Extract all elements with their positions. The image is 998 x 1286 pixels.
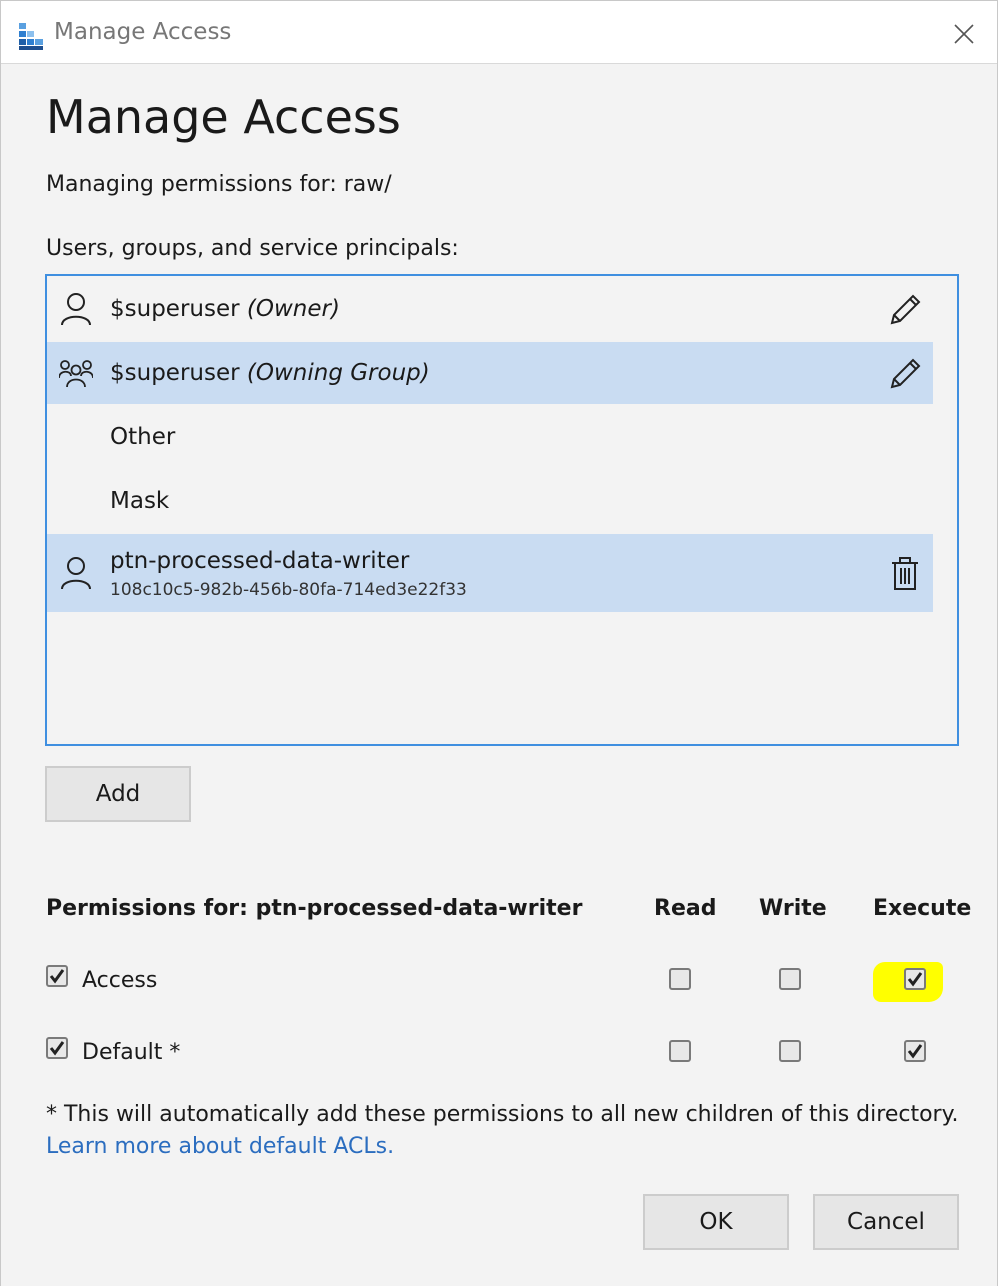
user-icon — [59, 292, 93, 326]
column-header-write: Write — [759, 896, 827, 921]
list-item-mask[interactable]: Mask — [47, 470, 933, 532]
principals-list[interactable]: $superuser (Owner) $superuser (Owning Gr… — [45, 274, 959, 746]
manage-access-window: Manage Access Manage Access Managing per… — [0, 0, 998, 1286]
window-title: Manage Access — [54, 19, 232, 45]
checkmark-icon — [907, 1044, 923, 1059]
checkmark-icon — [49, 1041, 65, 1056]
list-item-other[interactable]: Other — [47, 406, 933, 468]
title-bar: Manage Access — [1, 0, 997, 64]
principal-object-id: 108c10c5-982b-456b-80fa-714ed3e22f33 — [110, 580, 467, 600]
trash-icon[interactable] — [891, 557, 919, 591]
storage-explorer-app-icon — [17, 21, 47, 51]
default-execute-checkbox[interactable] — [904, 1040, 926, 1062]
column-header-read: Read — [654, 896, 717, 921]
principal-name: $superuser (Owning Group) — [110, 360, 430, 386]
ok-button[interactable]: OK — [643, 1194, 789, 1250]
checkmark-icon — [907, 972, 923, 987]
cancel-button[interactable]: Cancel — [813, 1194, 959, 1250]
list-item-superuser-owning-group[interactable]: $superuser (Owning Group) — [47, 342, 933, 404]
close-button[interactable] — [941, 13, 987, 55]
learn-more-link[interactable]: Learn more about default ACLs. — [46, 1134, 394, 1159]
dialog-heading: Manage Access — [46, 90, 401, 144]
permissions-title: Permissions for: ptn-processed-data-writ… — [46, 896, 583, 921]
principal-name: $superuser (Owner) — [110, 296, 340, 322]
default-acl-footnote: * This will automatically add these perm… — [46, 1102, 959, 1127]
remove-principal-button[interactable] — [885, 554, 925, 594]
edit-owning-group-button[interactable] — [885, 354, 925, 394]
access-read-checkbox[interactable] — [669, 968, 691, 990]
edit-owner-button[interactable] — [885, 290, 925, 330]
pencil-icon[interactable] — [888, 357, 922, 391]
principal-name: Mask — [110, 488, 170, 514]
principal-name: Other — [110, 424, 176, 450]
managing-permissions-text: Managing permissions for: raw/ — [46, 172, 392, 197]
principals-list-label: Users, groups, and service principals: — [46, 236, 459, 261]
access-write-checkbox[interactable] — [779, 968, 801, 990]
default-label: Default * — [82, 1040, 181, 1065]
group-icon — [59, 356, 93, 390]
access-execute-checkbox[interactable] — [904, 968, 926, 990]
list-item-superuser-owner[interactable]: $superuser (Owner) — [47, 278, 933, 340]
list-item-ptn-processed-data-writer[interactable]: ptn-processed-data-writer 108c10c5-982b-… — [47, 534, 933, 612]
column-header-execute: Execute — [873, 896, 972, 921]
principal-name: ptn-processed-data-writer — [110, 548, 410, 574]
default-enabled-checkbox[interactable] — [46, 1037, 68, 1059]
add-button[interactable]: Add — [45, 766, 191, 822]
checkmark-icon — [49, 969, 65, 984]
access-label: Access — [82, 968, 158, 993]
user-icon — [59, 556, 93, 590]
default-write-checkbox[interactable] — [779, 1040, 801, 1062]
close-icon[interactable] — [953, 23, 975, 45]
pencil-icon[interactable] — [888, 293, 922, 327]
access-enabled-checkbox[interactable] — [46, 965, 68, 987]
default-read-checkbox[interactable] — [669, 1040, 691, 1062]
